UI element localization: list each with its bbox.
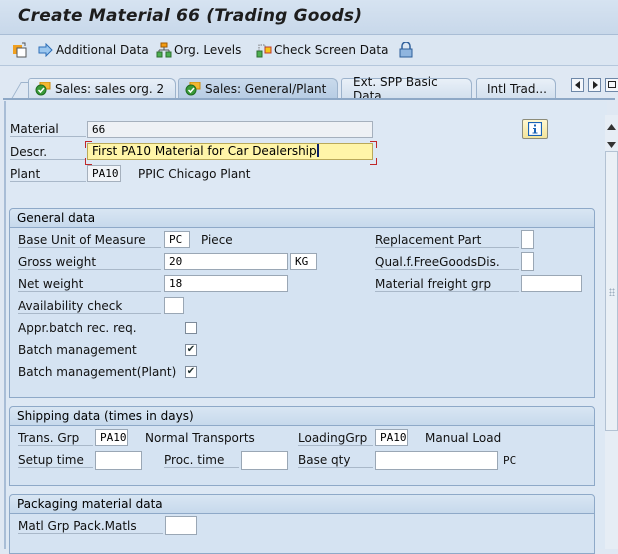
checkmark-icon — [185, 81, 201, 95]
tab-scroll-left-button[interactable] — [571, 78, 584, 92]
net-weight-label: Net weight — [18, 277, 161, 292]
gross-weight-label: Gross weight — [18, 255, 161, 270]
scrollbar-thumb[interactable] — [605, 151, 618, 431]
batch-mgmt-plant-checkbox[interactable]: ✔ — [185, 366, 197, 378]
application-toolbar: Additional Data Org. Levels Check Screen… — [0, 35, 618, 66]
tab-ext-spp-basic-data[interactable]: Ext. SPP Basic Data — [341, 75, 472, 103]
material-field: 66 — [87, 121, 373, 138]
base-uom-input[interactable]: PC — [164, 231, 190, 248]
tab-list-icon — [608, 81, 616, 88]
info-icon — [528, 122, 542, 136]
plant-field: PA10 — [87, 165, 121, 182]
trans-grp-input[interactable]: PA10 — [95, 429, 128, 446]
replacement-part-label: Replacement Part — [375, 233, 519, 248]
page-title: Create Material 66 (Trading Goods) — [18, 6, 363, 26]
base-qty-unit: PC — [503, 454, 517, 467]
free-goods-label: Qual.f.FreeGoodsDis. — [375, 255, 519, 270]
new-session-icon — [13, 42, 27, 58]
additional-data-button[interactable]: Additional Data — [38, 42, 149, 58]
scroll-up-button[interactable] — [607, 119, 616, 133]
checkmark-icon — [35, 81, 51, 95]
arrow-right-icon — [38, 43, 53, 57]
setup-time-label: Setup time — [18, 453, 93, 468]
org-hierarchy-icon — [156, 42, 172, 58]
grip-icon — [609, 288, 615, 296]
triangle-down-icon — [607, 142, 616, 148]
lock-icon — [399, 42, 413, 58]
setup-time-input[interactable] — [95, 451, 142, 470]
check-screen-data-button[interactable]: Check Screen Data — [256, 42, 388, 58]
title-bar: Create Material 66 (Trading Goods) — [0, 0, 618, 35]
org-levels-label: Org. Levels — [174, 43, 242, 57]
shipping-data-header: Shipping data (times in days) — [10, 407, 594, 426]
text-cursor — [316, 144, 319, 157]
material-label: Material — [10, 122, 86, 137]
new-session-button[interactable] — [12, 42, 30, 58]
loading-grp-input[interactable]: PA10 — [375, 429, 408, 446]
tab-divider — [3, 98, 615, 100]
appr-batch-checkbox[interactable] — [185, 322, 197, 334]
base-uom-label: Base Unit of Measure — [18, 233, 161, 248]
trans-grp-label: Trans. Grp — [18, 431, 93, 446]
info-button[interactable] — [522, 119, 548, 139]
base-qty-label: Base qty — [298, 453, 373, 468]
batch-mgmt-plant-label: Batch management(Plant) — [18, 365, 177, 379]
freight-grp-label: Material freight grp — [375, 277, 519, 292]
proc-time-label: Proc. time — [164, 453, 239, 468]
free-goods-input[interactable] — [521, 252, 534, 271]
matl-grp-pack-input[interactable] — [165, 516, 197, 535]
scroll-down-button[interactable] — [607, 137, 616, 151]
additional-data-label: Additional Data — [56, 43, 149, 57]
lock-button[interactable] — [399, 42, 415, 58]
net-weight-input[interactable]: 18 — [164, 275, 288, 292]
tab-sales-general-plant[interactable]: Sales: General/Plant — [178, 78, 338, 98]
freight-grp-input[interactable] — [521, 275, 582, 292]
plant-label: Plant — [10, 167, 86, 182]
tab-label: Sales: General/Plant — [205, 81, 327, 96]
shipping-data-group: Shipping data (times in days) — [9, 406, 595, 486]
gross-weight-input[interactable]: 20 — [164, 253, 288, 270]
packaging-data-header: Packaging material data — [10, 495, 594, 514]
matl-grp-pack-label: Matl Grp Pack.Matls — [18, 519, 163, 534]
base-uom-text: Piece — [201, 233, 233, 247]
tab-list-button[interactable] — [605, 78, 618, 92]
loading-grp-text: Manual Load — [425, 431, 502, 445]
appr-batch-label: Appr.batch rec. req. — [18, 321, 137, 335]
tab-sales-org-2[interactable]: Sales: sales org. 2 — [28, 78, 176, 98]
replacement-part-input[interactable] — [521, 230, 534, 249]
tab-scroll-right-button[interactable] — [588, 78, 601, 92]
availability-check-input[interactable] — [164, 297, 184, 314]
loading-grp-label: LoadingGrp — [298, 431, 373, 446]
tab-label: Sales: sales org. 2 — [55, 81, 165, 96]
plant-name-text: PPIC Chicago Plant — [138, 167, 251, 181]
base-qty-input[interactable] — [375, 451, 498, 470]
triangle-up-icon — [607, 124, 616, 130]
batch-mgmt-label: Batch management — [18, 343, 137, 357]
org-levels-button[interactable]: Org. Levels — [156, 42, 241, 58]
check-data-icon — [256, 44, 272, 58]
check-screen-data-label: Check Screen Data — [274, 43, 389, 57]
trans-grp-text: Normal Transports — [145, 431, 255, 445]
triangle-left-icon — [574, 81, 580, 89]
triangle-right-icon — [592, 81, 598, 89]
tab-strip: Sales: sales org. 2 Sales: General/Plant… — [0, 72, 618, 103]
tab-intl-trade[interactable]: Intl Trad... — [476, 78, 556, 98]
tab-label: Intl Trad... — [487, 81, 547, 96]
description-input[interactable]: First PA10 Material for Car Dealership — [87, 143, 373, 160]
batch-mgmt-checkbox[interactable]: ✔ — [185, 344, 197, 356]
weight-unit-input[interactable]: KG — [290, 253, 317, 270]
description-value: First PA10 Material for Car Dealership — [92, 144, 317, 158]
descr-label: Descr. — [10, 145, 86, 160]
availability-check-label: Availability check — [18, 299, 161, 314]
proc-time-input[interactable] — [241, 451, 288, 470]
general-data-header: General data — [10, 209, 594, 228]
